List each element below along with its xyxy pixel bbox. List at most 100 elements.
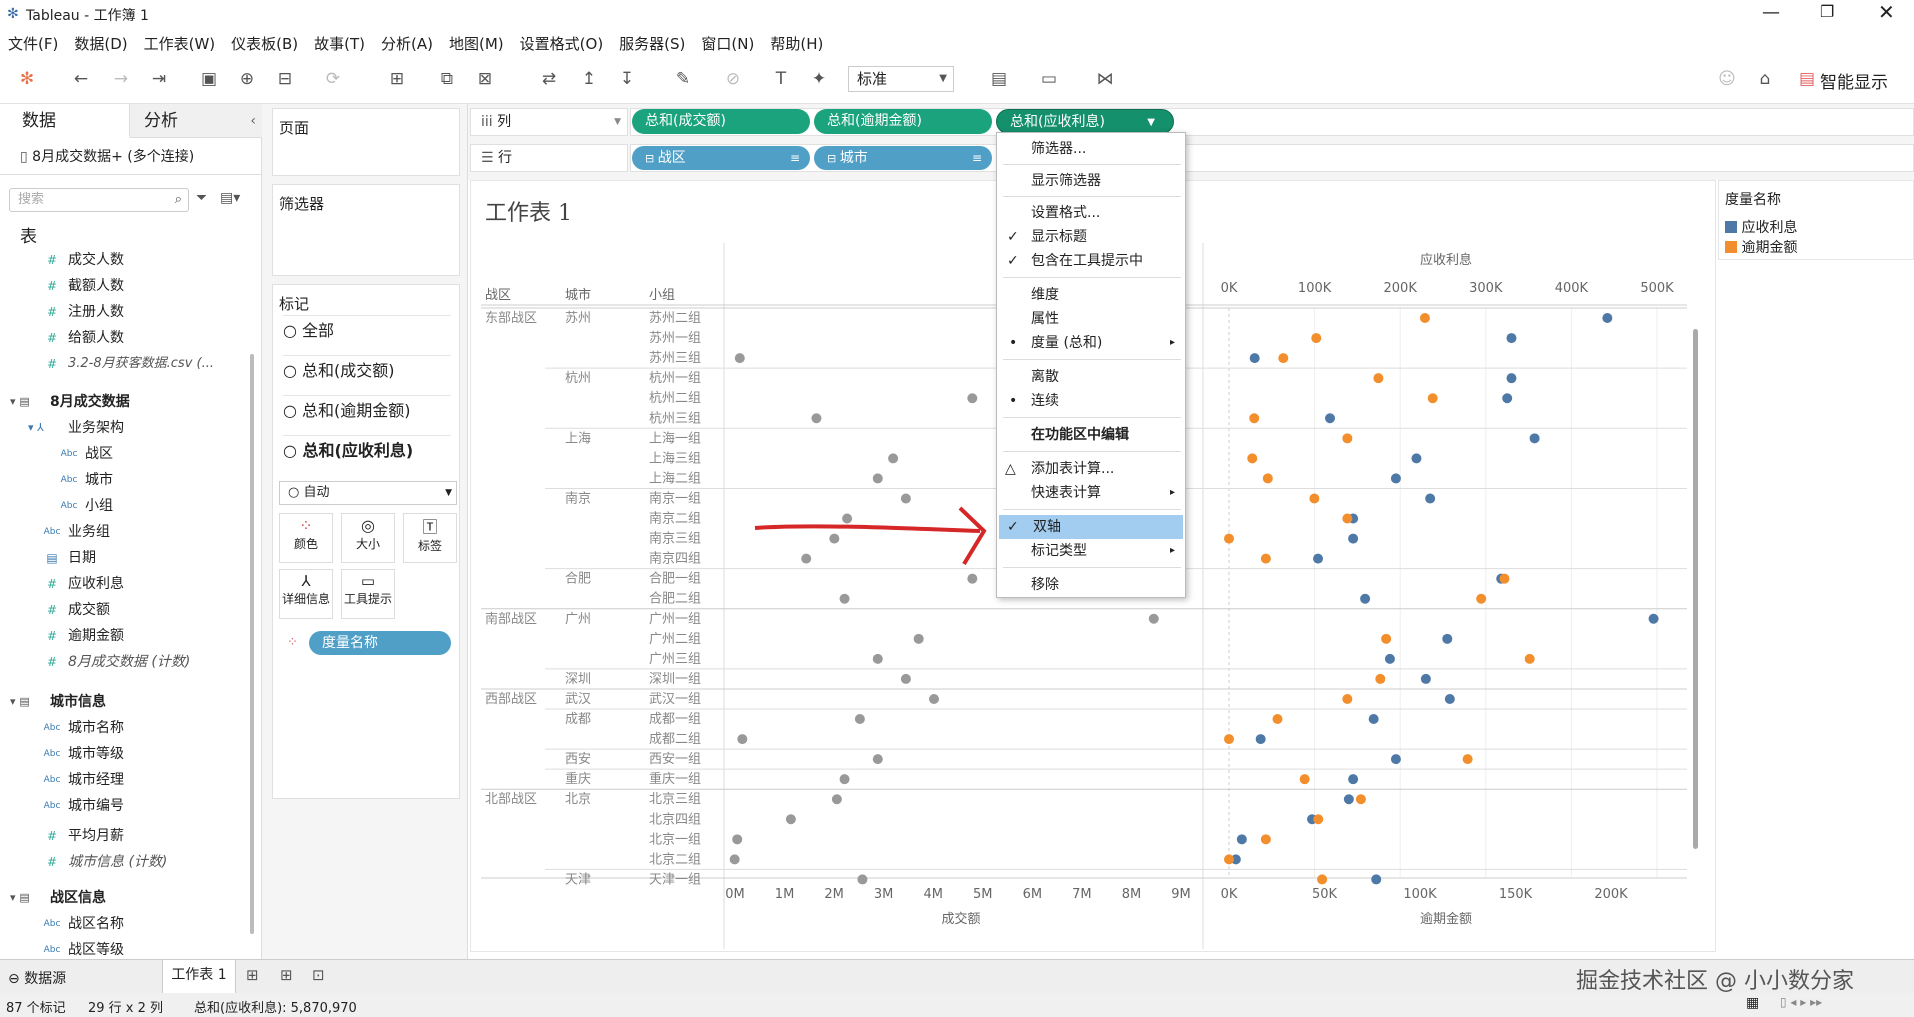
menu-quick-table-calc[interactable]: 快速表计算 ▸	[997, 481, 1187, 505]
presentation-icon[interactable]: ▭	[1038, 68, 1060, 90]
hierarchy-business[interactable]: ▾ ⅄ 业务架构	[28, 418, 124, 438]
tab-analysis[interactable]: 分析 ‹	[130, 104, 262, 138]
menu-map[interactable]: 地图(M)	[441, 28, 512, 54]
measure-names-pill[interactable]: 度量名称	[309, 631, 451, 655]
mark-type-select[interactable]: ○ 自动 ▼	[279, 481, 457, 505]
group-deal-data[interactable]: ▾ ▤ 8月成交数据	[10, 392, 130, 412]
legend-item-interest[interactable]: 应收利息	[1725, 217, 1797, 237]
sort-asc-icon[interactable]: ↥	[578, 68, 600, 90]
show-labels-icon[interactable]: ▤	[988, 68, 1010, 90]
grid-view-icon[interactable]: ▦	[1746, 995, 1759, 1011]
field-give-people[interactable]: # 给额人数	[47, 328, 124, 348]
marks-tab-deal[interactable]: ○ 总和(成交额)	[283, 355, 451, 385]
menu-discrete[interactable]: 离散	[997, 365, 1187, 389]
color-card[interactable]: ⁘ 颜色	[279, 513, 333, 563]
pause-update-icon[interactable]: ⊟	[274, 68, 296, 90]
menu-measure-sum[interactable]: • 度量 (总和) ▸	[997, 331, 1187, 355]
sort-desc-icon[interactable]: ↧	[616, 68, 638, 90]
save-icon[interactable]: ▣	[198, 68, 220, 90]
field-avg-salary[interactable]: # 平均月薪	[47, 826, 124, 846]
menu-story[interactable]: 故事(T)	[306, 28, 373, 54]
close-button[interactable]: ✕	[1878, 0, 1895, 24]
refresh-icon[interactable]: ⟳	[322, 68, 344, 90]
menu-attribute[interactable]: 属性	[997, 307, 1187, 331]
menu-server[interactable]: 服务器(S)	[611, 28, 693, 54]
marks-tab-all[interactable]: ○ 全部	[283, 315, 451, 345]
menu-format[interactable]: 设置格式...	[997, 201, 1187, 225]
filter-icon[interactable]: ⏷	[196, 190, 207, 206]
field-deal-people[interactable]: # 成交人数	[47, 250, 124, 270]
legend-item-overdue[interactable]: 逾期金额	[1725, 237, 1797, 257]
tab-data[interactable]: 数据	[0, 104, 130, 138]
field-region-level[interactable]: Abc 战区等级	[44, 940, 124, 960]
menu-add-table-calc[interactable]: △ 添加表计算...	[997, 457, 1187, 481]
field-region-name[interactable]: Abc 战区名称	[44, 914, 124, 934]
collapse-icon[interactable]: ‹	[250, 104, 256, 138]
replay-icon[interactable]: ⇥	[148, 68, 170, 90]
marks-tab-interest[interactable]: ○ 总和(应收利息)	[283, 435, 451, 465]
clear-sheet-icon[interactable]: ⊠	[474, 68, 496, 90]
field-count1[interactable]: #8月成交数据 (计数)	[47, 652, 190, 672]
menu-window[interactable]: 窗口(N)	[693, 28, 762, 54]
new-story-icon[interactable]: ⊡	[312, 966, 325, 984]
new-worksheet-icon[interactable]: ⊞	[246, 966, 259, 984]
field-city-name[interactable]: Abc 城市名称	[44, 718, 124, 738]
tab-datasource[interactable]: ⊖ 数据源	[8, 968, 66, 988]
field-interest[interactable]: # 应收利息	[47, 574, 124, 594]
pill-region[interactable]: ⊟ 战区 ≡	[632, 146, 810, 170]
menu-format[interactable]: 设置格式(O)	[512, 28, 612, 54]
label-card[interactable]: 🅃 标签	[403, 513, 457, 563]
new-dashboard-icon[interactable]: ⊞	[280, 966, 293, 984]
field-city[interactable]: Abc 城市	[61, 470, 113, 490]
duplicate-icon[interactable]: ⧉	[436, 68, 458, 90]
swap-icon[interactable]: ⇄	[538, 68, 560, 90]
field-overdue[interactable]: # 逾期金额	[47, 626, 124, 646]
pill-sum-overdue[interactable]: 总和(逾期金额)	[814, 109, 992, 134]
sort-icon[interactable]: ≡	[790, 146, 800, 170]
field-csv-count[interactable]: #3.2-8月获客数据.csv (...	[47, 354, 214, 374]
highlight-icon[interactable]: ✎	[672, 68, 694, 90]
show-me-icon[interactable]: ▤	[1796, 68, 1818, 90]
undo-icon[interactable]: ←	[70, 68, 92, 90]
tooltip-card[interactable]: ▭ 工具提示	[341, 569, 395, 619]
datasource-item[interactable]: ▯ 8月成交数据+ (多个连接)	[20, 146, 260, 166]
menu-dual-axis[interactable]: ✓ 双轴	[999, 515, 1183, 539]
menu-filter[interactable]: 筛选器...	[997, 137, 1187, 161]
filters-shelf[interactable]: 筛选器	[272, 184, 460, 276]
menu-worksheet[interactable]: 工作表(W)	[136, 28, 224, 54]
menu-dimension[interactable]: 维度	[997, 283, 1187, 307]
menu-analysis[interactable]: 分析(A)	[373, 28, 441, 54]
menu-file[interactable]: 文件(F)	[0, 28, 66, 54]
menu-show-filter[interactable]: 显示筛选器	[997, 169, 1187, 193]
menu-edit-in-shelf[interactable]: 在功能区中编辑	[997, 423, 1187, 447]
field-city-manager[interactable]: Abc 城市经理	[44, 770, 124, 790]
pin-icon[interactable]: ✦	[808, 68, 830, 90]
mascot-icon[interactable]: ☺	[1716, 68, 1738, 90]
tableau-start-icon[interactable]: ✻	[16, 68, 38, 90]
group-icon[interactable]: ⊘	[722, 68, 744, 90]
search-input[interactable]: 搜索 ⌕	[9, 188, 189, 212]
left-scrollbar[interactable]	[250, 354, 254, 934]
pages-shelf[interactable]: 页面	[272, 108, 460, 176]
menu-remove[interactable]: 移除	[997, 573, 1187, 597]
view-scrollbar[interactable]	[1693, 329, 1698, 849]
pill-sum-interest[interactable]: 总和(应收利息) ▼	[996, 109, 1174, 134]
group-region-info[interactable]: ▾ ▤ 战区信息	[10, 888, 106, 908]
restore-button[interactable]: ❐	[1820, 2, 1834, 21]
ask-data-icon[interactable]: ⌂	[1754, 68, 1776, 90]
field-city-level[interactable]: Abc 城市等级	[44, 744, 124, 764]
field-count2[interactable]: # 城市信息 (计数)	[47, 852, 167, 872]
tab-sheet-1[interactable]: 工作表 1	[162, 960, 236, 994]
smart-show-button[interactable]: 智能显示	[1820, 68, 1888, 93]
fit-select[interactable]: 标准 ▼	[848, 66, 954, 92]
menu-continuous[interactable]: • 连续	[997, 389, 1187, 413]
field-deal[interactable]: # 成交额	[47, 600, 110, 620]
menu-data[interactable]: 数据(D)	[66, 28, 135, 54]
group-city-info[interactable]: ▾ ▤ 城市信息	[10, 692, 106, 712]
size-card[interactable]: ◎ 大小	[341, 513, 395, 563]
field-cut-people[interactable]: # 截额人数	[47, 276, 124, 296]
sort-icon[interactable]: ≡	[972, 146, 982, 170]
menu-show-header[interactable]: ✓ 显示标题	[997, 225, 1187, 249]
field-register-people[interactable]: # 注册人数	[47, 302, 124, 322]
new-sheet-icon[interactable]: ⊞	[386, 68, 408, 90]
